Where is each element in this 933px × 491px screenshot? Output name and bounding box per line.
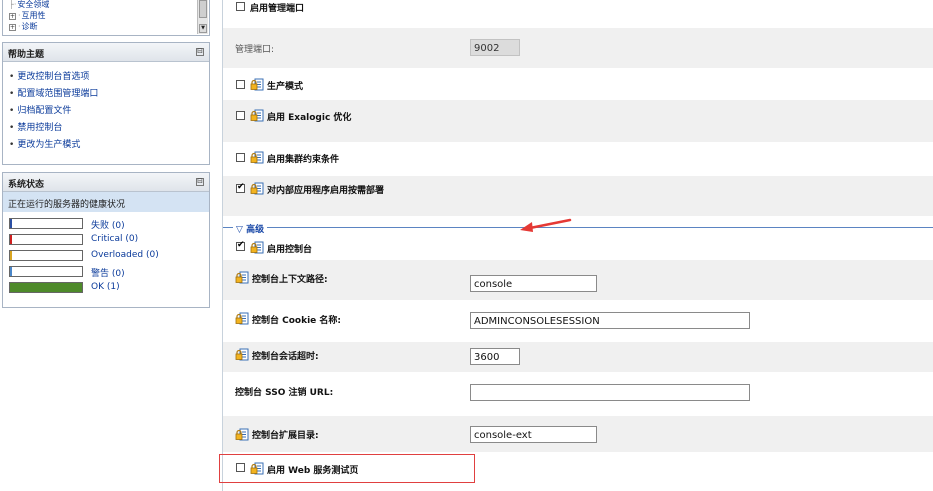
setting-row-session-timeout: 控制台会话超时: 3600: [223, 342, 933, 372]
health-label[interactable]: Critical (0): [91, 234, 138, 244]
lock-page-icon: [250, 109, 264, 122]
lock-page-icon: [250, 78, 264, 91]
tree-scrollbar[interactable]: ▼: [197, 0, 208, 34]
health-bar: [9, 218, 83, 229]
lock-page-icon: [250, 241, 264, 254]
help-topics-title: 帮助主题: [8, 50, 45, 60]
lock-page-icon: [235, 428, 249, 441]
cookie-name-input[interactable]: ADMINCONSOLESESSION: [470, 312, 750, 329]
exalogic-label: 启用 Exalogic 优化: [267, 113, 352, 123]
help-link-archive-config[interactable]: 归档配置文件: [9, 103, 209, 120]
setting-row-cookie-name: 控制台 Cookie 名称: ADMINCONSOLESESSION: [223, 300, 933, 342]
session-timeout-label: 控制台会话超时:: [252, 352, 319, 362]
setting-row-context-path: 控制台上下文路径: console: [223, 260, 933, 300]
context-path-label: 控制台上下文路径:: [252, 275, 328, 285]
on-demand-deploy-label: 对内部应用程序启用按需部署: [267, 186, 385, 196]
context-path-input[interactable]: console: [470, 275, 597, 292]
health-row: Critical (0): [9, 233, 209, 249]
collapse-triangle-icon: ▽: [236, 225, 243, 235]
sso-logout-input[interactable]: [470, 384, 750, 401]
help-link-disable-console[interactable]: 禁用控制台: [9, 120, 209, 137]
help-link-domain-admin-port[interactable]: 配置域范围管理端口: [9, 86, 209, 103]
health-bar: [9, 250, 83, 261]
production-mode-label: 生产模式: [267, 82, 304, 92]
expand-icon[interactable]: +: [9, 24, 16, 31]
tree-item-diagnostics[interactable]: + ·诊断: [9, 21, 38, 32]
health-row: 失败 (0): [9, 217, 209, 233]
admin-port-input: 9002: [470, 39, 520, 56]
health-label[interactable]: OK (1): [91, 282, 120, 292]
expand-icon[interactable]: +: [9, 13, 16, 20]
health-bar: [9, 234, 83, 245]
health-row: Overloaded (0): [9, 249, 209, 265]
health-list: 失败 (0) Critical (0) Overloaded (0) 警告 (0…: [3, 212, 209, 297]
health-label[interactable]: 失败 (0): [91, 218, 125, 231]
setting-row-console-enabled: 启用控制台: [223, 236, 933, 260]
admin-port-label: 管理端口:: [235, 45, 275, 55]
advanced-label: 高级: [246, 225, 265, 235]
system-status-title: 系统状态: [8, 180, 45, 190]
setting-row-on-demand-deploy: 对内部应用程序启用按需部署: [223, 176, 933, 216]
cluster-constraints-checkbox[interactable]: [236, 153, 245, 162]
tree-item-interoperability[interactable]: + ·互用性: [9, 10, 46, 21]
health-row: 警告 (0): [9, 265, 209, 281]
help-topics-panel: 帮助主题 ⊟ 更改控制台首选项 配置域范围管理端口 归档配置文件 禁用控制台 更…: [2, 42, 210, 165]
system-status-panel: 系统状态 ⊟ 正在运行的服务器的健康状况 失败 (0) Critical (0)…: [2, 172, 210, 308]
tree-item-security-realms[interactable]: ├·安全领域: [9, 0, 49, 10]
cookie-name-label: 控制台 Cookie 名称:: [252, 316, 342, 326]
setting-row-ext-dir: 控制台扩展目录: console-ext: [223, 416, 933, 452]
setting-row-exalogic: 启用 Exalogic 优化: [223, 100, 933, 142]
production-mode-checkbox[interactable]: [236, 80, 245, 89]
scroll-down-arrow-icon[interactable]: ▼: [199, 24, 207, 33]
health-subtitle: 正在运行的服务器的健康状况: [3, 192, 209, 212]
cluster-constraints-label: 启用集群约束条件: [267, 155, 340, 165]
lock-page-icon: [235, 312, 249, 325]
health-row: OK (1): [9, 281, 209, 297]
admin-port-enabled-label: 启用管理端口: [250, 4, 305, 14]
highlight-box-annotation: [219, 454, 475, 483]
setting-row-sso-logout: 控制台 SSO 注销 URL:: [223, 372, 933, 416]
lock-page-icon: [235, 348, 249, 361]
on-demand-deploy-checkbox[interactable]: [236, 182, 245, 193]
lock-page-icon: [250, 182, 264, 195]
lock-page-icon: [235, 271, 249, 284]
health-label[interactable]: Overloaded (0): [91, 250, 159, 260]
scroll-thumb[interactable]: [199, 0, 207, 18]
ext-dir-label: 控制台扩展目录:: [252, 431, 319, 441]
setting-row-production-mode: 生产模式: [223, 68, 933, 100]
health-bar: [9, 282, 83, 293]
setting-row-admin-port: 管理端口: 9002: [223, 28, 933, 68]
help-link-console-preferences[interactable]: 更改控制台首选项: [9, 69, 209, 86]
session-timeout-input[interactable]: 3600: [470, 348, 520, 365]
admin-port-checkbox[interactable]: [236, 2, 245, 11]
setting-row-cluster-constraints: 启用集群约束条件: [223, 142, 933, 176]
console-enabled-checkbox[interactable]: [236, 240, 245, 251]
exalogic-checkbox[interactable]: [236, 111, 245, 120]
lock-page-icon: [250, 151, 264, 164]
minimize-icon[interactable]: ⊟: [196, 178, 204, 186]
help-link-production-mode[interactable]: 更改为生产模式: [9, 137, 209, 154]
console-enabled-label: 启用控制台: [267, 245, 313, 255]
sso-logout-label: 控制台 SSO 注销 URL:: [235, 388, 334, 398]
health-label[interactable]: 警告 (0): [91, 266, 125, 279]
left-sidebar: ├·安全领域 +·互用性 +·诊断 ▼ 帮助主题 ⊟ 更改控制台首选项 配置域范…: [0, 0, 212, 491]
domain-structure-tree: ├·安全领域 + ·互用性 + ·诊断 ▼: [2, 0, 210, 36]
red-arrow-annotation-icon: [520, 218, 572, 232]
advanced-section-toggle[interactable]: ▽ 高级: [223, 222, 933, 235]
health-bar: [9, 266, 83, 277]
minimize-icon[interactable]: ⊟: [196, 48, 204, 56]
setting-row-admin-port-enabled: 启用管理端口: [223, 0, 933, 28]
settings-form: 启用管理端口 管理端口: 9002 生产模式 启用 Exalogic 优化 启用…: [219, 0, 933, 491]
ext-dir-input[interactable]: console-ext: [470, 426, 597, 443]
